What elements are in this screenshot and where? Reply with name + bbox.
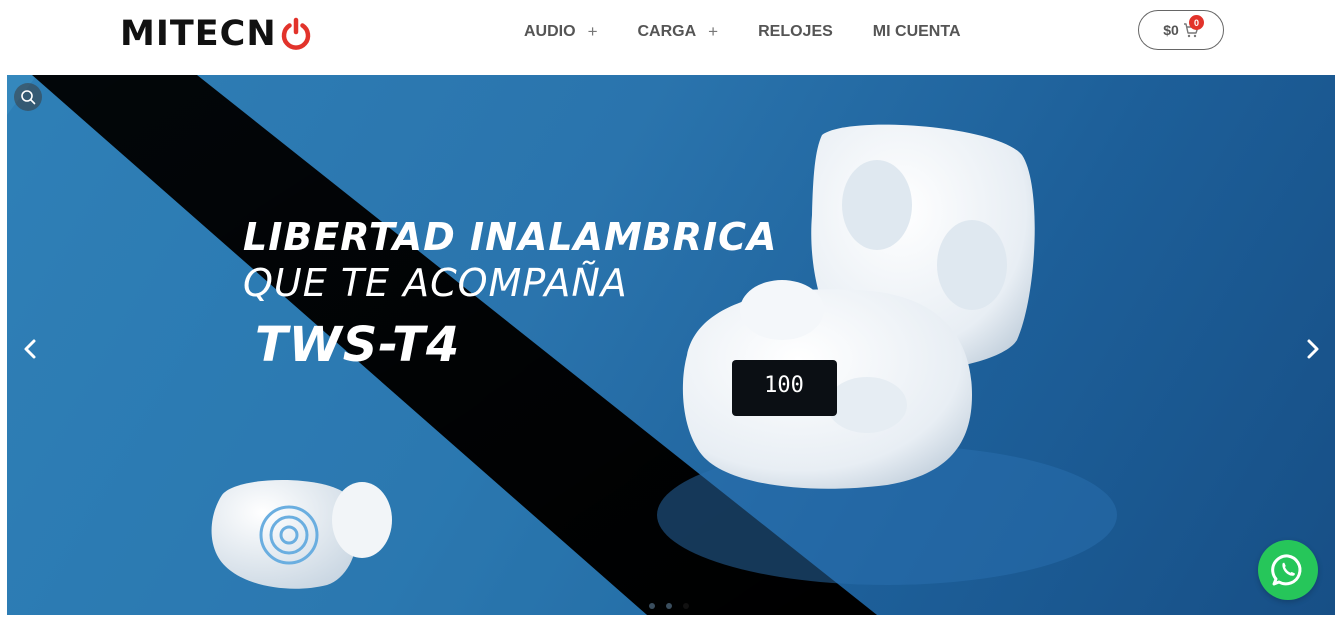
nav-item-mi-cuenta[interactable]: MI CUENTA xyxy=(873,23,961,41)
search-icon xyxy=(21,90,36,105)
slider-dot[interactable] xyxy=(649,603,655,609)
expand-icon[interactable]: + xyxy=(588,22,598,42)
slider-prev-button[interactable] xyxy=(18,335,42,363)
whatsapp-icon xyxy=(1271,554,1302,586)
site-logo[interactable]: MITECN xyxy=(120,14,313,54)
slider-pagination xyxy=(649,603,689,609)
chevron-right-icon xyxy=(1307,339,1319,359)
nav-item-label: MI CUENTA xyxy=(872,23,961,40)
hero-headline: LIBERTAD INALAMBRICA xyxy=(243,215,778,259)
cart-total: $0 xyxy=(1163,22,1179,38)
power-icon xyxy=(281,17,310,50)
slider-dot-active[interactable] xyxy=(683,603,689,609)
nav-item-carga[interactable]: CARGA + xyxy=(638,22,719,42)
nav-item-label: CARGA xyxy=(637,23,697,40)
hero-banner-image: 100 xyxy=(7,75,1117,615)
nav-item-label: RELOJES xyxy=(758,23,833,40)
main-nav: AUDIO + CARGA + RELOJES MI CUENTA xyxy=(524,20,961,44)
hero-subheadline: QUE TE ACOMPAÑA xyxy=(243,261,628,305)
slider-next-button[interactable] xyxy=(1301,335,1325,363)
chevron-left-icon xyxy=(24,339,36,359)
cart-button[interactable]: $0 xyxy=(1138,10,1224,50)
hero-slider: 100 LIBERTAD INALAMBRICA QUE TE ACOMPAÑA… xyxy=(7,75,1335,615)
cart-count-badge: 0 xyxy=(1189,15,1204,30)
nav-item-label: AUDIO xyxy=(524,23,576,40)
hero-product-name: TWS-T4 xyxy=(255,317,461,373)
case-display-text: 100 xyxy=(764,373,804,398)
zoom-search-button[interactable] xyxy=(14,83,42,111)
logo-text: MITECN xyxy=(120,14,277,54)
nav-item-relojes[interactable]: RELOJES xyxy=(758,23,833,41)
expand-icon[interactable]: + xyxy=(708,22,718,42)
nav-item-audio[interactable]: AUDIO + xyxy=(524,22,598,42)
site-header: MITECN AUDIO + CARGA + RELOJES MI CUENTA… xyxy=(0,0,1340,74)
whatsapp-chat-button[interactable] xyxy=(1258,540,1318,600)
slider-dot[interactable] xyxy=(666,603,672,609)
